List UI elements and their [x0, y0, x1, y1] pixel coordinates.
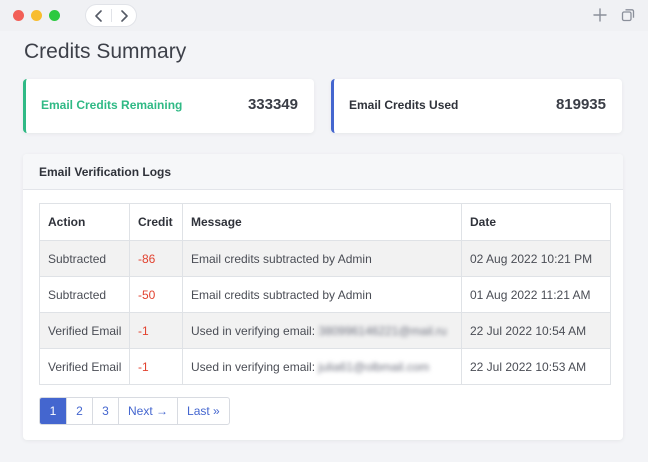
chevron-left-icon	[94, 9, 102, 22]
credit-cell: -1	[129, 348, 183, 385]
logs-card-header: Email Verification Logs	[23, 154, 623, 190]
last-page-button[interactable]: Last »	[177, 398, 229, 424]
action-cell: Subtracted	[39, 276, 130, 313]
date-cell: 22 Jul 2022 10:54 AM	[461, 312, 611, 349]
message-text: Email credits subtracted by Admin	[191, 287, 372, 302]
back-button[interactable]	[86, 5, 111, 26]
page-1-button[interactable]: 1	[40, 398, 66, 424]
redacted-email: julia61@olbmail.com	[318, 359, 430, 374]
logs-title: Email Verification Logs	[39, 165, 172, 179]
message-cell: Email credits subtracted by Admin	[182, 276, 462, 313]
close-window-button[interactable]	[13, 10, 24, 21]
next-page-button[interactable]: Next →	[118, 398, 177, 424]
date-cell: 22 Jul 2022 10:53 AM	[461, 348, 611, 385]
column-header-credit: Credit	[129, 203, 183, 241]
message-text: Used in verifying email:	[191, 323, 319, 338]
date-cell: 02 Aug 2022 10:21 PM	[461, 240, 611, 277]
message-text: Email credits subtracted by Admin	[191, 251, 372, 266]
message-cell: Used in verifying email: 380996146221@ma…	[182, 312, 462, 349]
message-cell: Email credits subtracted by Admin	[182, 240, 462, 277]
date-cell: 01 Aug 2022 11:21 AM	[461, 276, 611, 313]
credit-cell: -50	[129, 276, 183, 313]
column-header-action: Action	[39, 203, 130, 241]
credits-used-label: Email Credits Used	[349, 98, 459, 112]
history-nav	[86, 5, 136, 26]
window-chrome	[0, 0, 648, 31]
credits-remaining-label: Email Credits Remaining	[41, 98, 183, 112]
page-title: Credits Summary	[24, 40, 187, 63]
credit-cell: -86	[129, 240, 183, 277]
pagination: 1 2 3 Next → Last »	[39, 397, 230, 425]
redacted-email: 380996146221@mail.ru	[318, 323, 447, 338]
credits-remaining-card: Email Credits Remaining 333349	[23, 79, 314, 133]
credits-used-value: 819935	[555, 96, 606, 113]
column-header-message: Message	[182, 203, 462, 241]
maximize-window-button[interactable]	[49, 10, 60, 21]
table-row: Verified Email -1 Used in verifying emai…	[39, 312, 611, 349]
action-cell: Verified Email	[39, 348, 130, 385]
credit-cell: -1	[129, 312, 183, 349]
table-row: Verified Email -1 Used in verifying emai…	[39, 348, 611, 385]
page-2-button[interactable]: 2	[66, 398, 92, 424]
credits-remaining-value: 333349	[247, 96, 298, 113]
table-row: Subtracted -86 Email credits subtracted …	[39, 240, 611, 277]
message-text: Used in verifying email:	[191, 359, 319, 374]
chevron-right-icon	[120, 9, 128, 22]
tab-overview-icon[interactable]	[621, 8, 635, 22]
action-cell: Verified Email	[39, 312, 130, 349]
credits-used-card: Email Credits Used 819935	[331, 79, 622, 133]
page-3-button[interactable]: 3	[92, 398, 118, 424]
verification-logs-card: Email Verification Logs Action Credit Me…	[23, 154, 623, 440]
column-header-date: Date	[461, 203, 611, 241]
table-row: Subtracted -50 Email credits subtracted …	[39, 276, 611, 313]
action-cell: Subtracted	[39, 240, 130, 277]
forward-button[interactable]	[111, 5, 136, 26]
table-header-row: Action Credit Message Date	[39, 203, 611, 241]
plus-icon[interactable]	[593, 8, 607, 22]
minimize-window-button[interactable]	[31, 10, 42, 21]
logs-table: Action Credit Message Date Subtracted -8…	[39, 203, 611, 385]
message-cell: Used in verifying email: julia61@olbmail…	[182, 348, 462, 385]
